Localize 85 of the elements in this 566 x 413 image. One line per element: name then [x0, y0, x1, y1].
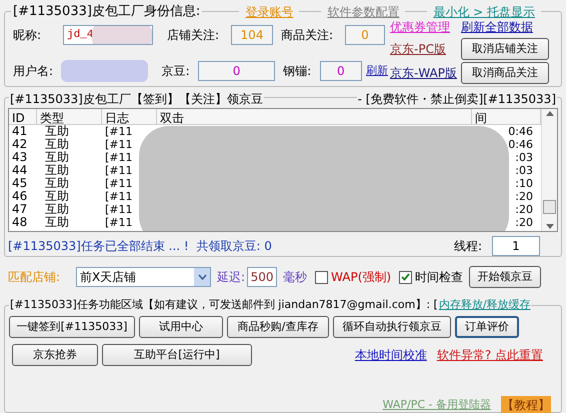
check-icon [401, 273, 410, 282]
id-cell-text: 41 [11, 125, 28, 138]
type-cell-text: 互助 [44, 190, 70, 204]
username-label: 用户名: [13, 63, 54, 80]
coins-field[interactable]: 0 [320, 61, 362, 81]
goods-follow-label: 商品关注: [281, 27, 334, 44]
time-cell-text: :20 [514, 190, 534, 204]
shop-select[interactable]: 前X天店铺 [76, 267, 211, 288]
tutorial-link[interactable]: 【教程】 [501, 396, 551, 413]
time-cell-text: 0:46 [507, 125, 534, 138]
id-cell-text: 46 [11, 190, 28, 204]
push-button[interactable]: 开始领京豆 [469, 266, 542, 288]
type-cell-text: 互助 [44, 164, 70, 178]
id-cell-text: 47 [11, 203, 28, 216]
time-cell-text: :10 [514, 177, 534, 190]
log-cell-text: [#11 [104, 138, 134, 152]
id-cell-text: 42 [11, 138, 28, 152]
scroll-up-icon[interactable] [546, 111, 554, 116]
side-link[interactable]: 刷新全部数据 [460, 18, 549, 36]
log-cell-text: [#11 [104, 216, 134, 230]
push-button[interactable]: 循环自动执行领京豆 [333, 316, 451, 338]
time-cell-text: :20 [514, 216, 534, 230]
log-cell-text: [#11 [104, 177, 134, 190]
type-cell-text: 互助 [44, 138, 70, 152]
blurred-username-field[interactable] [61, 60, 148, 82]
shop-follow-label: 店铺关注: [167, 27, 220, 44]
chevron-down-icon[interactable] [198, 274, 206, 280]
threads-label: 线程: [454, 238, 482, 256]
column-header[interactable]: 双击 [157, 109, 472, 124]
id-cell-text: 45 [11, 177, 28, 190]
push-button[interactable]: 商品秒购/查库存 [227, 316, 329, 338]
time-cell-text: :03 [514, 151, 534, 164]
checkbox-label[interactable]: WAP(强制) [331, 268, 392, 286]
type-cell-text: 互助 [44, 151, 70, 164]
action-link[interactable]: 软件异常? 点此重置 [436, 346, 543, 364]
scrollbar[interactable] [541, 109, 557, 232]
push-button[interactable]: 订单评价 [455, 316, 519, 338]
push-button[interactable]: 一键签到[#1135033] [9, 316, 135, 338]
id-cell-text: 44 [11, 164, 28, 178]
type-cell-text: 互助 [44, 216, 70, 230]
type-cell-text: 互助 [44, 125, 70, 138]
beans-label: 京豆: [162, 63, 191, 80]
log-cell-text: [#11 [104, 190, 134, 204]
scroll-thumb[interactable] [543, 200, 556, 214]
dropdown-button[interactable] [194, 268, 210, 286]
column-header[interactable]: 日志 [102, 109, 157, 124]
push-button[interactable]: 取消店铺关注 [460, 38, 549, 60]
beans-field[interactable]: 0 [198, 61, 276, 81]
action-link[interactable]: 本地时间校准 [354, 346, 427, 364]
status-text: [#1135033]任务已全部结束 ... ! 共领取京豆: 0 [8, 238, 272, 256]
checkbox[interactable] [315, 270, 328, 284]
column-header[interactable]: ID [9, 109, 37, 124]
checkbox-label[interactable]: 时间检查 [415, 268, 464, 286]
coins-label: 钢镚: [283, 63, 312, 80]
log-cell-text: [#11 [104, 164, 134, 178]
time-cell-text: 0:46 [507, 138, 534, 152]
id-cell-text: 43 [11, 151, 28, 164]
log-cell-text: [#11 [104, 151, 134, 164]
nickname-field[interactable]: jd_4 [63, 25, 153, 45]
shop-label: 匹配店铺: [8, 269, 62, 286]
checkbox[interactable] [399, 270, 412, 284]
group-title: [#1135033]任务功能区域【如有建议，可发送邮件到 jiandan7817@gmail.com】: [ [9, 297, 439, 314]
time-cell-text: :20 [514, 203, 534, 216]
type-cell-text: 互助 [44, 203, 70, 216]
side-link[interactable]: 京东-WAP版 [390, 64, 457, 82]
column-header[interactable]: 间 [472, 109, 541, 124]
id-cell-text: 48 [11, 216, 28, 230]
delay-unit: 毫秒 [283, 269, 308, 286]
column-header[interactable]: 类型 [37, 109, 102, 124]
type-cell-text: 互助 [44, 177, 70, 190]
refresh-link[interactable]: 刷新 [366, 62, 388, 80]
log-cell-text: [#11 [104, 203, 134, 216]
delay-field[interactable]: 500 [247, 267, 278, 288]
push-button[interactable]: 试用中心 [139, 316, 223, 338]
log-cell-text: [#11 [104, 125, 134, 138]
scroll-down-icon[interactable] [546, 224, 554, 230]
blur-mask [92, 26, 152, 44]
side-link[interactable]: 京东-PC版 [390, 40, 457, 58]
push-button[interactable]: 互助平台[运行中] [102, 344, 252, 366]
nickname-label: 昵称: [13, 27, 42, 44]
threads-field[interactable]: 1 [492, 236, 540, 256]
push-button[interactable]: 京东抢券 [12, 344, 98, 366]
time-cell-text: :03 [514, 164, 534, 178]
delay-label: 延迟: [217, 269, 246, 286]
push-button[interactable]: 取消商品关注 [460, 62, 549, 84]
